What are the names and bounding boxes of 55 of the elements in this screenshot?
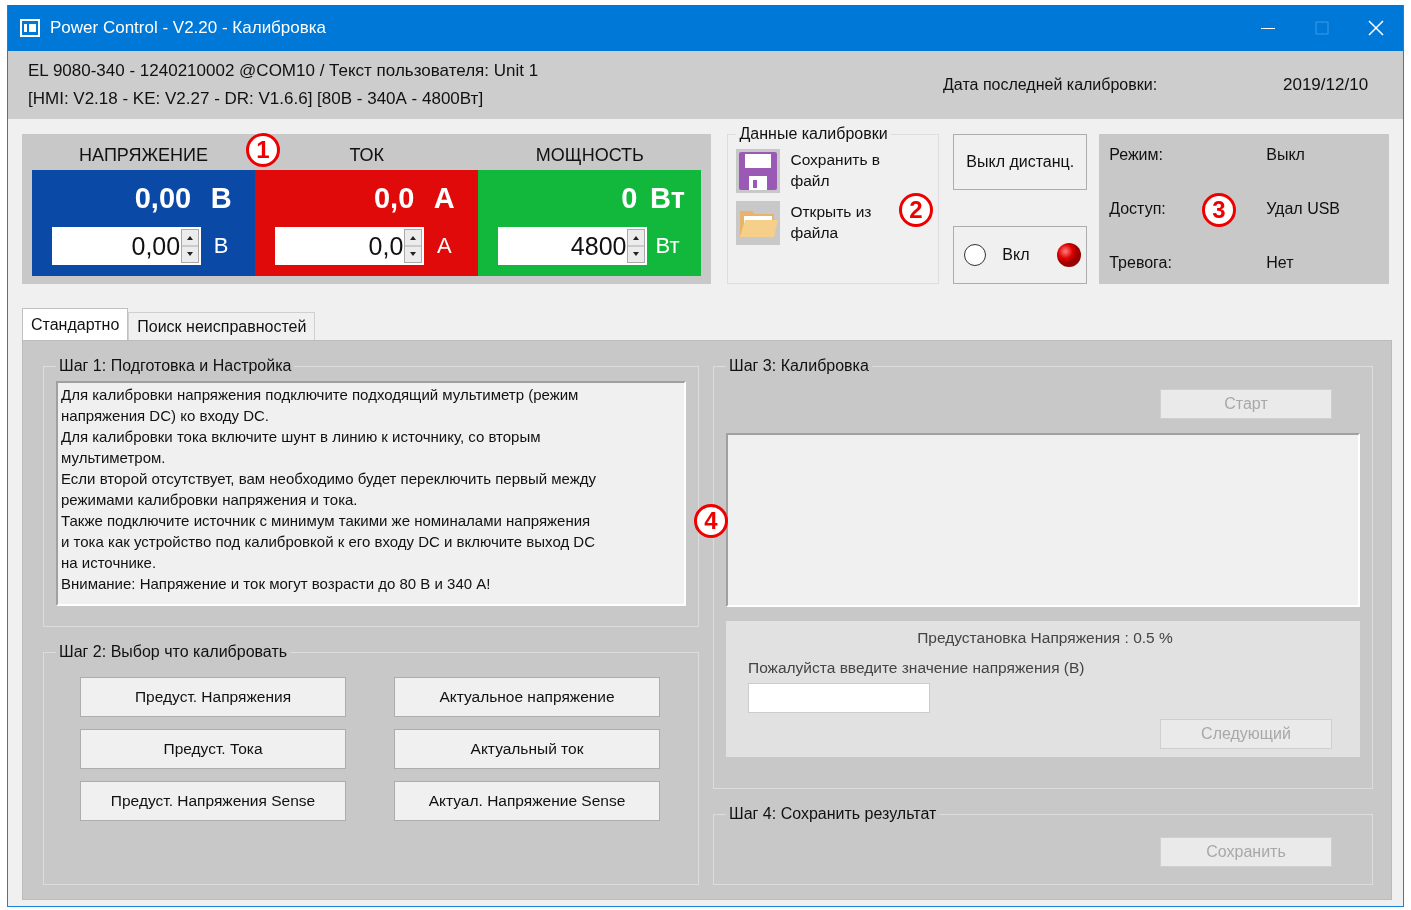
floppy-disk-icon[interactable] <box>736 149 781 193</box>
remote-off-button[interactable]: Выкл дистанц. <box>953 134 1088 190</box>
preset-label: Предустановка Напряжения : 0.5 % <box>917 629 1173 647</box>
calibration-date: 2019/12/10 <box>1283 75 1370 95</box>
setpoint-field[interactable]: 0,00 <box>52 227 202 265</box>
group-title: Шаг 1: Подготовка и Настройка <box>58 357 293 375</box>
meter-value: 0,00 <box>133 181 193 215</box>
spinner-icon[interactable] <box>404 229 423 263</box>
firmware-info: [HMI: V2.18 - KE: V2.27 - DR: V1.6.6] [80В - 340А - 4800Вт] <box>28 89 485 109</box>
setpoint-unit: Вт <box>654 233 681 259</box>
meter-unit: Вт <box>649 181 686 215</box>
meter-value: 0,0 <box>373 181 416 215</box>
radio-button[interactable] <box>964 244 987 266</box>
app-icon <box>20 19 40 37</box>
device-info: EL 9080-340 - 1240210002 @COM10 / Текст пользователя: Unit 1 <box>28 61 540 81</box>
group-title: Данные калибровки <box>738 125 889 143</box>
status-value: Выкл <box>1266 146 1305 164</box>
action-label[interactable]: Сохранить в файл <box>790 150 883 192</box>
callout-number: 2 <box>899 193 933 227</box>
calibrate-option-button[interactable]: Актуальный ток <box>394 729 660 769</box>
setpoint-unit: В <box>212 233 230 259</box>
meter-label: НАПРЯЖЕНИЕ <box>79 144 209 166</box>
meter-unit: А <box>432 181 456 215</box>
instructions-text: Для калибровки напряжения подключите подходящий мультиметр (режим напряжения DC) ко входу DC. Для калибровки тока включите шунт в линию к источнику, со вторым мультиметром. Если второй отсутствует, вам необходимо будет переключить первый между режимами калибровки напряжения и тока. Также подключите источник с минимум такими же номиналами напряжения и тока как устройство под калибровкой к его входу DC и включите выход DC на источнике. Внимание: Напряжение и ток могут возрасти до 80 В и 340 А! <box>56 381 686 606</box>
calibrate-option-button[interactable]: Предуст. Напряжения Sense <box>80 781 346 821</box>
status-label: Режим: <box>1109 146 1163 163</box>
led-icon <box>1056 242 1083 268</box>
setpoint-field[interactable]: 4800 <box>498 227 648 265</box>
action-label[interactable]: Открыть из файла <box>790 202 883 244</box>
window-title: Power Control - V2.20 - Калибровка <box>50 18 327 38</box>
setpoint-field[interactable]: 0,0 <box>275 227 425 265</box>
status-value: Нет <box>1266 254 1294 272</box>
voltage-input[interactable] <box>748 683 930 713</box>
status-label: Доступ: <box>1109 200 1166 217</box>
group-title: Шаг 3: Калибровка <box>728 357 870 375</box>
tab[interactable]: Стандартно <box>22 308 129 340</box>
meter-label: МОЩНОСТЬ <box>535 144 644 166</box>
tab[interactable]: Поиск неисправностей <box>128 312 316 340</box>
group-title: Шаг 2: Выбор что калибровать <box>58 643 289 661</box>
status-label: Тревога: <box>1109 254 1172 271</box>
meter-value: 0 <box>620 181 639 215</box>
calibrate-option-button[interactable]: Актуальное напряжение <box>394 677 660 717</box>
prompt-label: Пожалуйста введите значение напряжения (В) <box>748 659 1086 677</box>
calibration-date-label: Дата последней калибровки: <box>943 76 1159 94</box>
spinner-icon[interactable] <box>181 229 200 263</box>
calibrate-option-button[interactable]: Актуал. Напряжение Sense <box>394 781 660 821</box>
output-toggle[interactable]: Вкл <box>953 226 1088 284</box>
group-title: Шаг 4: Сохранить результат <box>728 805 938 823</box>
calibrate-option-button[interactable]: Предуст. Тока <box>80 729 346 769</box>
setpoint-unit: А <box>435 233 453 259</box>
spinner-icon[interactable] <box>627 229 646 263</box>
meter-unit: В <box>209 181 233 215</box>
meter-label: ТОК <box>349 144 385 166</box>
calibrate-option-button[interactable]: Предуст. Напряжения <box>80 677 346 717</box>
status-value: Удал USB <box>1266 200 1341 218</box>
